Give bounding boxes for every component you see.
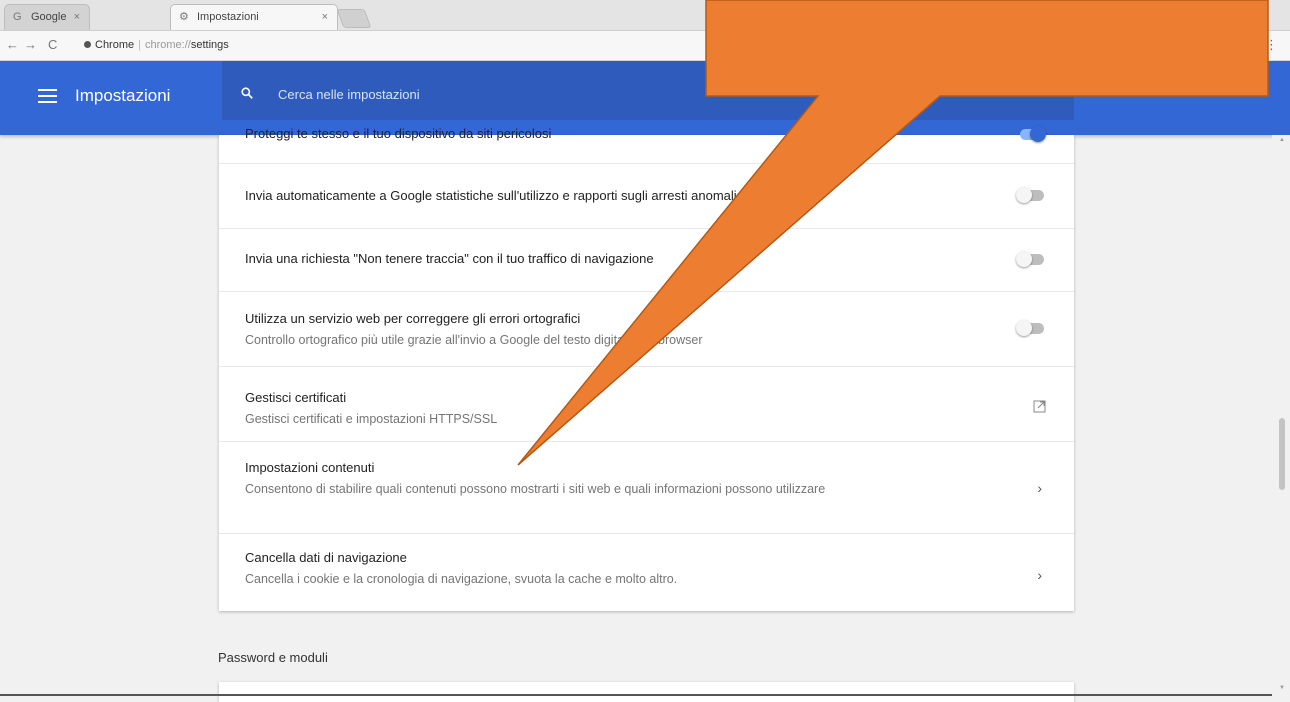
forward-icon[interactable]: → [24,38,37,52]
row-title: Gestisci certificati [245,390,347,405]
scrollbar[interactable]: ▲ ▼ [1272,135,1290,697]
safe-browsing-toggle[interactable] [1016,126,1046,142]
row-title: Cancella dati di navigazione [245,550,407,565]
row-title: Invia una richiesta "Non tenere traccia"… [245,251,654,266]
section-title-passwords: Password e moduli [218,650,328,665]
row-subtitle: Gestisci certificati e impostazioni HTTP… [245,412,498,426]
external-link-icon[interactable] [1033,400,1046,413]
close-icon[interactable]: × [74,5,80,29]
spell-check-toggle[interactable] [1016,320,1046,336]
search-input[interactable] [278,83,1038,105]
secure-label: Chrome [95,39,135,51]
page-title: Impostazioni [75,86,171,105]
passwords-card [219,682,1074,702]
tab-impostazioni[interactable]: ⚙ Impostazioni × [170,4,338,30]
settings-row-content-settings[interactable]: Impostazioni contenuti Consentono di sta… [219,441,1074,533]
address-bar: ← → C Chrome | chrome://settings ⋮ [0,31,1290,61]
browser-menu-icon[interactable]: ⋮ [1265,37,1278,53]
chevron-right-icon[interactable]: › [1037,567,1042,583]
hamburger-menu-icon[interactable] [38,89,57,103]
row-title: Utilizza un servizio web per correggere … [245,311,581,326]
google-icon: G [13,11,22,23]
window-bottom-border [0,694,1272,696]
omnibox[interactable]: Chrome | chrome://settings [84,36,1264,55]
row-title: Impostazioni contenuti [245,460,375,475]
tab-strip: G Google × ⚙ Impostazioni × [0,0,1290,31]
search-icon [241,87,253,99]
tab-label: Impostazioni [197,11,259,23]
settings-row-do-not-track[interactable]: Invia una richiesta "Non tenere traccia"… [219,228,1074,291]
do-not-track-toggle[interactable] [1016,251,1046,267]
scrollbar-thumb[interactable] [1279,418,1285,490]
row-subtitle: Cancella i cookie e la cronologia di nav… [245,572,678,586]
settings-row-usage-stats[interactable]: Invia automaticamente a Google statistic… [219,163,1074,228]
settings-row-safe-browsing[interactable]: Proteggi te stesso e il tuo dispositivo … [219,115,1074,161]
usage-stats-toggle[interactable] [1016,187,1046,203]
search-bar[interactable] [222,61,1074,120]
scroll-down-arrow-icon[interactable]: ▼ [1279,685,1285,691]
back-icon[interactable]: ← [6,38,19,52]
chevron-right-icon[interactable]: › [1037,480,1042,496]
tab-google[interactable]: G Google × [4,4,90,30]
gear-icon: ⚙ [179,11,189,23]
new-tab-button[interactable] [336,9,372,28]
scroll-up-arrow-icon[interactable]: ▲ [1279,137,1285,143]
row-subtitle: Controllo ortografico più utile grazie a… [245,333,703,347]
row-title: Invia automaticamente a Google statistic… [245,188,737,203]
settings-row-spell-check[interactable]: Utilizza un servizio web per correggere … [219,291,1074,366]
tab-label: Google [31,11,67,23]
settings-row-clear-browsing-data[interactable]: Cancella dati di navigazione Cancella i … [219,533,1074,611]
row-subtitle: Consentono di stabilire quali contenuti … [245,482,826,496]
settings-row-certificates[interactable]: Gestisci certificati Gestisci certificat… [219,366,1074,441]
url-path: settings [190,39,229,51]
secure-icon [84,41,91,48]
url-host: chrome:// [144,39,191,51]
privacy-security-card: Proteggi te stesso e il tuo dispositivo … [219,126,1074,611]
close-icon[interactable]: × [322,5,328,29]
omnibox-separator: | [138,39,141,51]
reload-icon[interactable]: C [48,38,57,52]
row-title: Proteggi te stesso e il tuo dispositivo … [245,126,552,141]
